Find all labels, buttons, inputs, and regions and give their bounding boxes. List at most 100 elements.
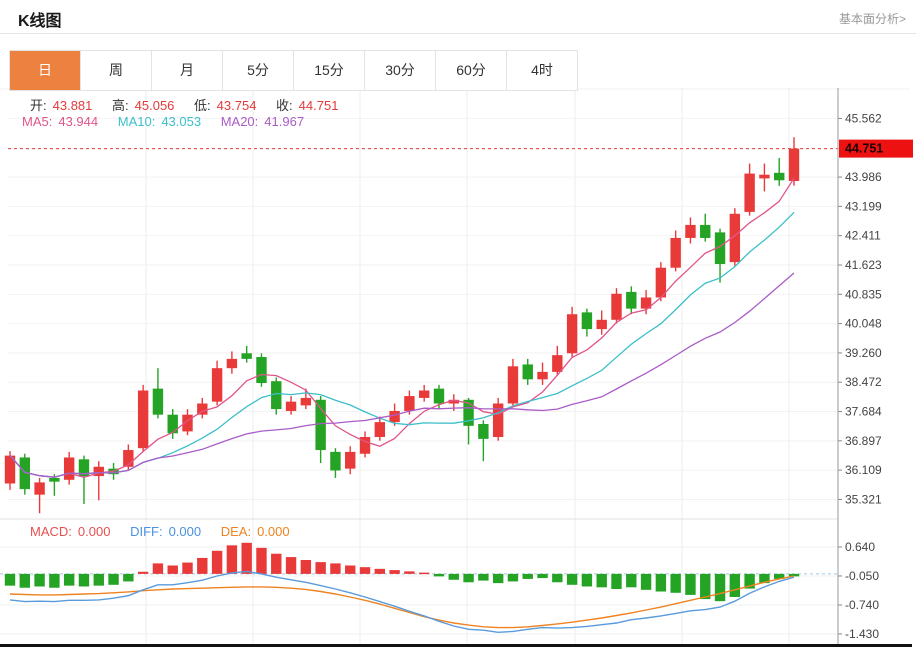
candle-body	[744, 173, 755, 212]
macd-hist-bar	[152, 563, 164, 574]
macd-hist-bar	[137, 571, 149, 574]
page-title: K线图	[18, 13, 62, 30]
macd-hist-bar	[433, 573, 445, 577]
macd-hist-bar	[19, 573, 30, 588]
macd-hist-bar	[389, 570, 400, 574]
price-tick-label: 35.321	[845, 492, 882, 506]
ma5-label: MA5:	[22, 114, 53, 129]
macd-hist-bar	[478, 573, 489, 581]
candle-body	[404, 396, 415, 411]
macd-hist-bar	[63, 573, 75, 586]
ma5-line	[9, 177, 795, 478]
candle-body	[285, 401, 297, 411]
fundamental-analysis-link[interactable]: 基本面分析>	[839, 10, 906, 27]
macd-value: 0.000	[77, 524, 111, 539]
header: K线图 基本面分析>	[0, 0, 916, 34]
diff-label: DIFF:	[130, 524, 163, 539]
price-tick-label: 43.199	[845, 199, 882, 213]
macd-hist-bar	[596, 573, 607, 588]
tab-60分[interactable]: 60分	[436, 51, 507, 90]
tab-月[interactable]: 月	[152, 51, 223, 90]
candle-body	[759, 174, 770, 179]
price-tick-label: 36.897	[845, 434, 882, 448]
candle-body	[537, 371, 548, 380]
price-tick-label: 39.260	[845, 346, 882, 360]
candle-body	[167, 414, 178, 434]
macd-hist-bar	[626, 573, 637, 588]
ma10-value: 43.053	[161, 114, 202, 129]
candle-body	[700, 224, 711, 238]
ma5-value: 43.944	[58, 114, 99, 129]
candle-body	[152, 388, 164, 415]
close-label: 收:	[276, 98, 293, 113]
candle-body	[256, 357, 267, 384]
ohlc-legend: 开: 43.881 高: 45.056 低: 43.754 收: 44.751	[30, 95, 344, 114]
candle-body	[93, 466, 104, 477]
candle-body	[389, 410, 400, 423]
macd-hist-bar	[537, 573, 548, 579]
macd-hist-bar	[418, 572, 430, 575]
ma20-label: MA20:	[220, 114, 259, 129]
candle-body	[670, 237, 681, 268]
macd-hist-bar	[123, 573, 134, 582]
period-tab-bar: 日周月 5分 15分 30分 60分 4时	[9, 50, 578, 91]
macd-hist-bar	[78, 573, 90, 587]
tab-30分[interactable]: 30分	[365, 51, 436, 90]
price-tick-label: 43.986	[845, 170, 882, 184]
macd-hist-bar	[108, 573, 119, 585]
macd-hist-bar	[241, 542, 252, 574]
macd-label: MACD:	[30, 524, 72, 539]
macd-hist-bar	[448, 573, 459, 580]
diff-value: 0.000	[168, 524, 202, 539]
macd-hist-bar	[463, 573, 474, 583]
price-tick-label: 42.411	[845, 229, 881, 243]
tab-周[interactable]: 周	[81, 51, 152, 90]
macd-hist-bar	[197, 557, 208, 574]
candle-body	[566, 314, 578, 354]
tab-日[interactable]: 日	[10, 51, 81, 90]
ma10-label: MA10:	[117, 114, 156, 129]
macd-hist-bar	[34, 573, 45, 587]
candle-body	[611, 293, 622, 320]
macd-hist-bar	[640, 573, 652, 590]
candle-body	[63, 457, 75, 480]
candle-body	[522, 364, 533, 380]
tab-5分[interactable]: 5分	[223, 51, 294, 90]
macd-hist-bar	[226, 545, 238, 574]
candle-body	[34, 482, 45, 495]
candle-body	[685, 224, 696, 238]
ma20-value: 41.967	[264, 114, 305, 129]
macd-hist-bar	[522, 573, 533, 579]
candle-body	[300, 397, 312, 406]
price-tick-label: 45.562	[845, 111, 882, 125]
macd-hist-bar	[374, 568, 386, 574]
macd-hist-bar	[182, 562, 193, 574]
open-value: 43.881	[52, 98, 93, 113]
macd-hist-bar	[211, 550, 223, 574]
chart-bottom-border	[0, 644, 912, 647]
macd-hist-bar	[552, 573, 563, 583]
tab-15分[interactable]: 15分	[294, 51, 365, 90]
price-tick-label: 41.623	[845, 258, 882, 272]
macd-hist-bar	[271, 553, 282, 574]
candle-body	[345, 451, 356, 469]
price-tick-label: 38.472	[845, 375, 882, 389]
candle-body	[433, 388, 445, 404]
macd-hist-bar	[729, 573, 741, 597]
high-value: 45.056	[134, 98, 175, 113]
candle-body	[137, 390, 149, 449]
price-tick-label: 37.684	[845, 405, 882, 419]
macd-hist-bar	[700, 573, 711, 600]
tab-4时[interactable]: 4时	[507, 51, 577, 90]
macd-hist-bar	[507, 573, 519, 582]
macd-hist-bar	[566, 573, 578, 585]
macd-hist-bar	[330, 563, 341, 574]
high-label: 高:	[112, 98, 129, 113]
macd-tick-label: -1.430	[845, 627, 879, 641]
low-label: 低:	[194, 98, 211, 113]
macd-hist-bar	[49, 573, 60, 588]
macd-hist-bar	[611, 573, 622, 589]
macd-hist-bar	[300, 560, 312, 574]
price-tick-label: 36.109	[845, 463, 882, 477]
price-tick-label: 40.835	[845, 287, 882, 301]
